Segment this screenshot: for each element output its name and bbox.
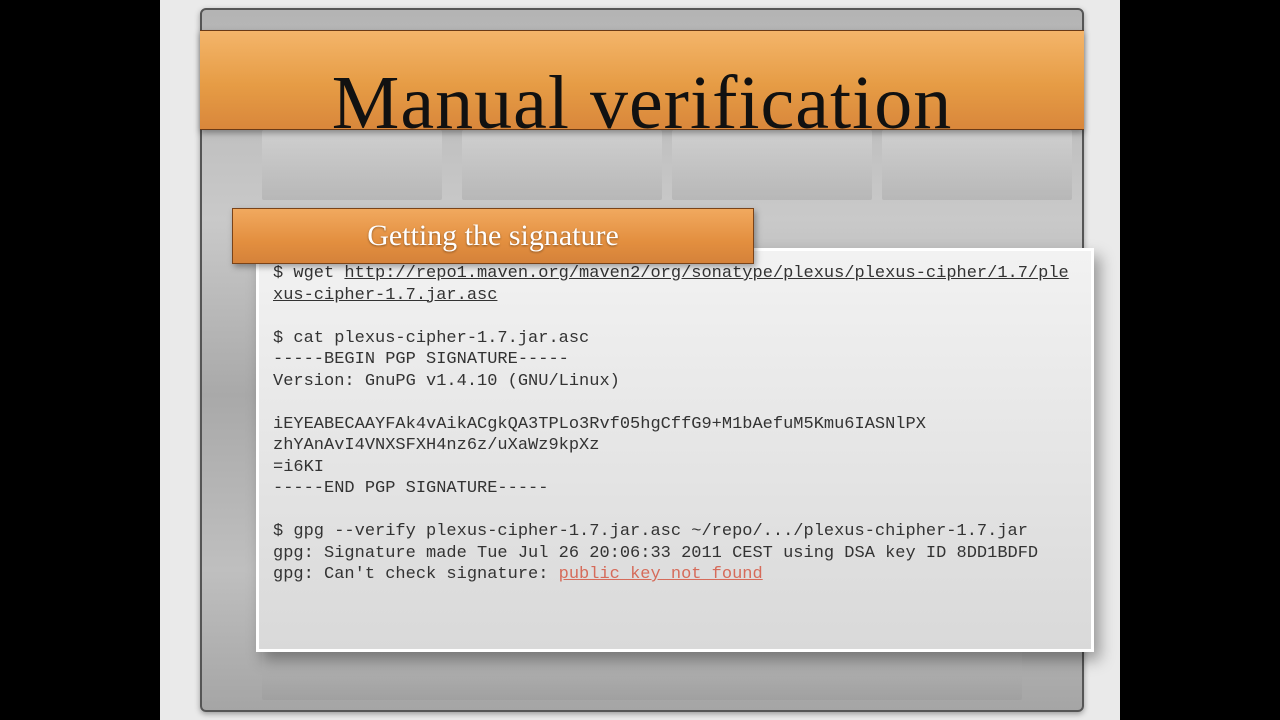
slide: Manual verification Getting the signatur… bbox=[200, 8, 1084, 712]
slide-title: Manual verification bbox=[200, 60, 1084, 147]
cat-command: $ cat plexus-cipher-1.7.jar.asc bbox=[273, 329, 589, 348]
subtitle-bar: Getting the signature bbox=[232, 208, 754, 264]
slide-subtitle: Getting the signature bbox=[367, 219, 619, 253]
pgp-begin: -----BEGIN PGP SIGNATURE----- bbox=[273, 350, 569, 369]
gpg-verify-command: $ gpg --verify plexus-cipher-1.7.jar.asc… bbox=[273, 522, 1028, 541]
title-bar: Manual verification bbox=[200, 30, 1084, 130]
slide-stage: Manual verification Getting the signatur… bbox=[160, 0, 1120, 720]
gpg-error-text: public key not found bbox=[559, 565, 763, 584]
terminal-content: $ wget http://repo1.maven.org/maven2/org… bbox=[273, 263, 1077, 586]
gpg-output-prefix: gpg: Can't check signature: bbox=[273, 565, 559, 584]
pgp-body-line: iEYEABECAAYFAk4vAikACgkQA3TPLo3Rvf05hgCf… bbox=[273, 415, 926, 434]
pgp-end: -----END PGP SIGNATURE----- bbox=[273, 479, 548, 498]
terminal-box: $ wget http://repo1.maven.org/maven2/org… bbox=[256, 248, 1094, 652]
pgp-body-line: =i6KI bbox=[273, 458, 324, 477]
wget-url: http://repo1.maven.org/maven2/org/sonaty… bbox=[273, 264, 1069, 305]
pgp-body-line: zhYAnAvI4VNXSFXH4nz6z/uXaWz9kpXz bbox=[273, 436, 599, 455]
wget-prefix: $ wget bbox=[273, 264, 344, 283]
gpg-output-line: gpg: Signature made Tue Jul 26 20:06:33 … bbox=[273, 544, 1038, 563]
pgp-version: Version: GnuPG v1.4.10 (GNU/Linux) bbox=[273, 372, 620, 391]
